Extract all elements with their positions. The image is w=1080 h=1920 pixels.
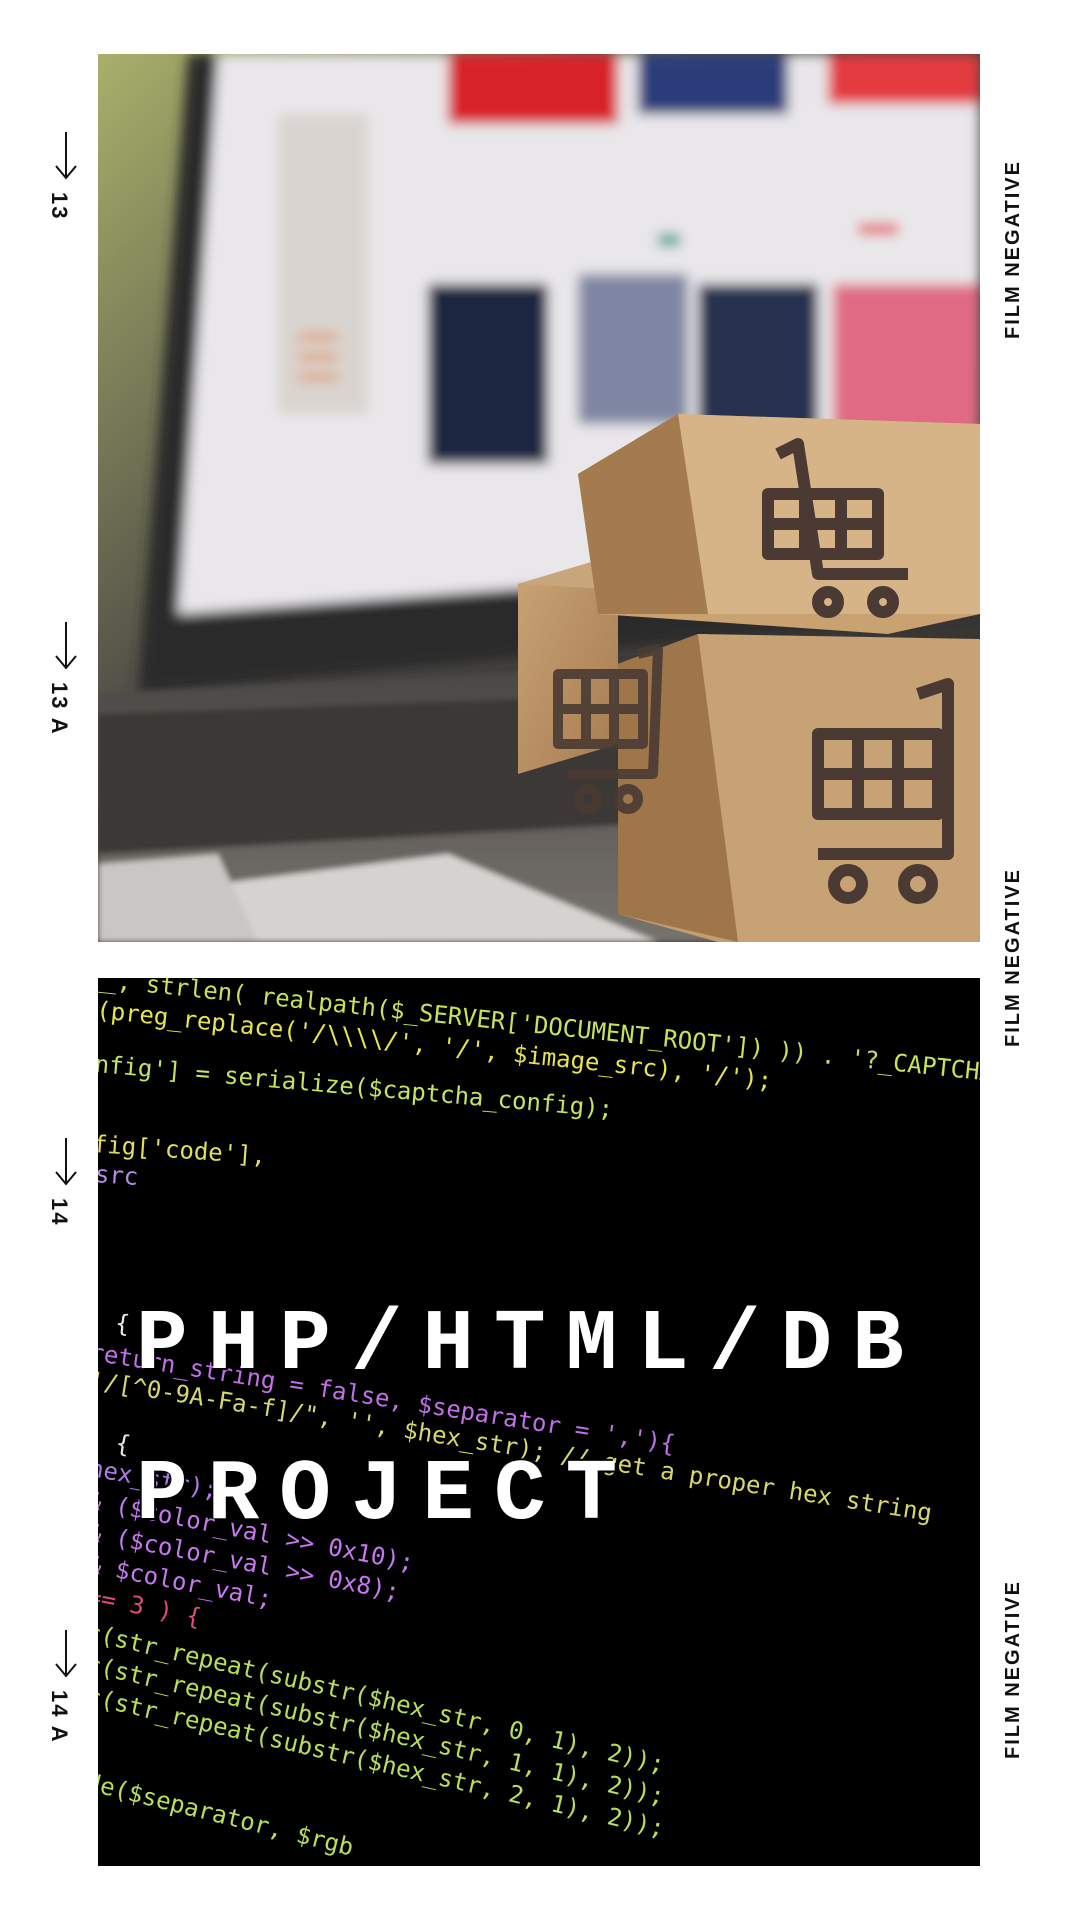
frame-marker-13: 13	[38, 130, 98, 270]
film-negative-label: FILM NEGATIVE	[1002, 160, 1024, 339]
page-title-line-2: PROJECT	[136, 1446, 638, 1544]
down-arrow-icon	[55, 1138, 77, 1186]
film-negative-label: FILM NEGATIVE	[1002, 868, 1024, 1047]
film-negative-label: FILM NEGATIVE	[1002, 1580, 1024, 1759]
frame-number: 13	[47, 192, 72, 221]
laptop-boxes-illustration	[98, 54, 980, 942]
frame-number: 13 A	[47, 682, 72, 736]
down-arrow-icon	[55, 622, 77, 670]
code-background: __, strlen( realpath($_SERVER['DOCUMENT_…	[98, 978, 980, 1866]
code-line: de($separator, $rgb	[98, 1768, 357, 1862]
frame-marker-13a: 13 A	[38, 620, 98, 760]
code-line: ) {	[98, 1424, 133, 1460]
frame-marker-14: 14	[38, 1136, 98, 1276]
code-line: src	[98, 1160, 140, 1191]
frame-number: 14 A	[47, 1690, 72, 1744]
frame-marker-14a: 14 A	[38, 1628, 98, 1768]
down-arrow-icon	[55, 1630, 77, 1678]
frame-number: 14	[47, 1198, 72, 1227]
shopping-photo	[98, 54, 980, 942]
down-arrow-icon	[55, 132, 77, 180]
code-line: ) {	[98, 1306, 132, 1339]
page-title-line-1: PHP/HTML/DB	[136, 1296, 924, 1394]
